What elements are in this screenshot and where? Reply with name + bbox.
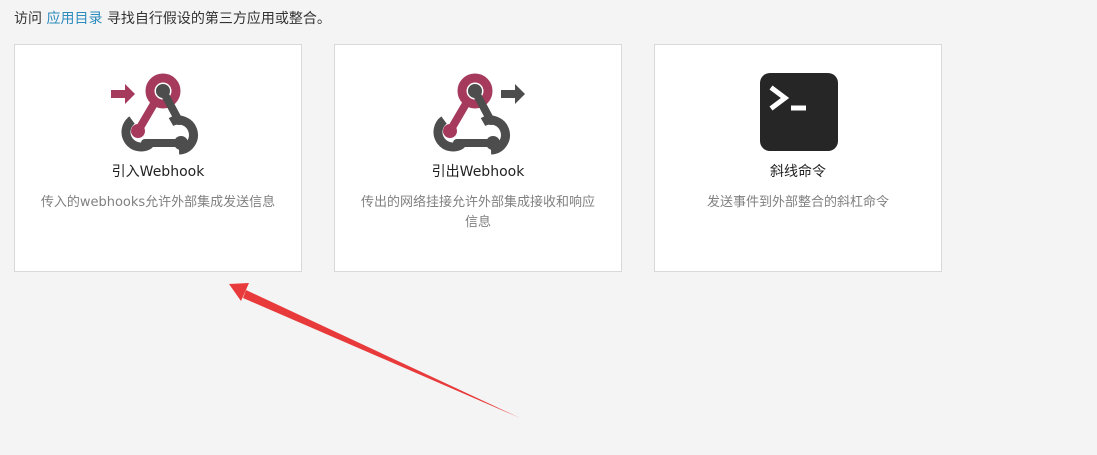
intro-text: 访问 应用目录 寻找自行假设的第三方应用或整合。 [14,9,331,29]
card-title: 斜线命令 [770,164,826,180]
card-title: 引出Webhook [431,164,525,180]
slash-command-card[interactable]: 斜线命令 发送事件到外部整合的斜杠命令 [654,44,942,272]
card-description: 传出的网络挂接允许外部集成接收和响应信息 [360,195,595,230]
terminal-icon [760,73,838,151]
incoming-webhook-icon [111,73,198,155]
incoming-webhook-card[interactable]: 引入Webhook 传入的webhooks允许外部集成发送信息 [14,44,302,272]
card-title: 引入Webhook [111,164,205,180]
outgoing-webhook-card[interactable]: 引出Webhook 传出的网络挂接允许外部集成接收和响应信息 [334,44,622,272]
card-description: 传入的webhooks允许外部集成发送信息 [40,195,276,210]
app-directory-link[interactable]: 应用目录 [46,11,102,27]
intro-prefix: 访问 [14,11,47,27]
outgoing-webhook-icon [433,73,525,155]
intro-suffix: 寻找自行假设的第三方应用或整合。 [102,11,331,27]
card-description: 发送事件到外部整合的斜杠命令 [706,195,889,210]
